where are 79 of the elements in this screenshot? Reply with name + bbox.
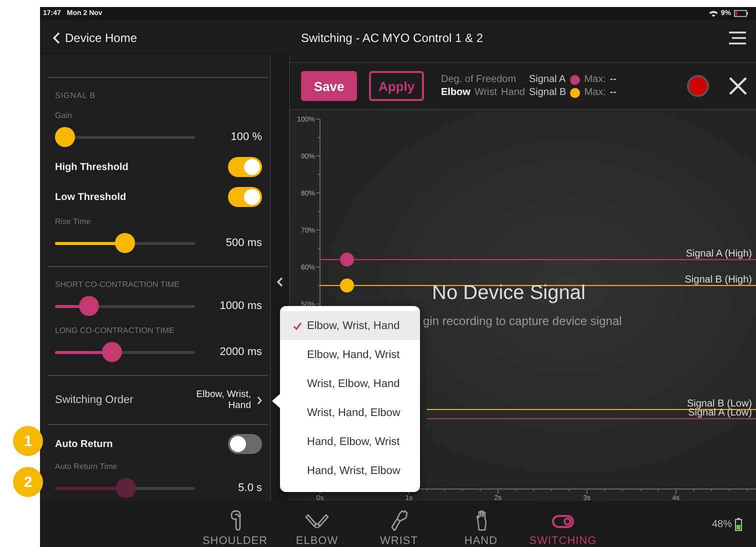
record-button[interactable]	[687, 75, 709, 97]
toggle-icon	[551, 514, 575, 528]
slider-label: SHORT CO-CONTRACTION TIME	[55, 279, 180, 291]
slider-thumb[interactable]	[54, 127, 75, 147]
screen-title: Switching - AC MYO Control 1 & 2	[300, 30, 484, 44]
max-value: --	[610, 74, 617, 85]
slider-thumb[interactable]	[116, 478, 136, 498]
wifi-icon	[708, 10, 718, 17]
hand-icon	[476, 510, 486, 531]
toggle-label: High Threshold	[55, 162, 128, 172]
menu-option[interactable]: Elbow, Hand, Wrist	[280, 340, 420, 369]
threshold-handle[interactable]	[340, 252, 354, 267]
menu-option[interactable]: Hand, Wrist, Elbow	[280, 456, 420, 485]
menu-option[interactable]: Elbow, Wrist, Hand	[280, 311, 420, 340]
switching-order-select[interactable]: Switching Order Elbow, Wrist, Hand	[55, 388, 262, 412]
max-label: Max:	[584, 87, 606, 98]
save-button[interactable]: Save	[301, 71, 357, 101]
max-label: Max:	[584, 74, 606, 85]
callout-badge: 1	[13, 426, 43, 456]
threshold-handle[interactable]	[340, 278, 354, 292]
slider-value: 2000 ms	[220, 346, 262, 358]
signal-name: Signal B	[528, 87, 566, 98]
dof-label: Deg. of Freedom	[441, 74, 518, 85]
collapse-button[interactable]	[277, 277, 283, 287]
select-label: Switching Order	[55, 394, 134, 406]
toggle-label: Low Threshold	[55, 192, 126, 202]
slider[interactable]	[55, 127, 195, 147]
slider-value: 1000 ms	[220, 300, 262, 312]
toggle-switch[interactable]	[228, 434, 262, 454]
dof-option[interactable]: Wrist	[474, 87, 498, 98]
select-value: Elbow, Wrist, Hand	[195, 389, 251, 411]
battery-icon	[735, 518, 742, 530]
slider-label: Auto Return Time	[55, 461, 118, 473]
series-label: Signal B (Low)	[686, 398, 752, 410]
tab[interactable]: HAND	[451, 509, 511, 547]
slider-thumb[interactable]	[102, 342, 122, 362]
menu-option[interactable]: Wrist, Hand, Elbow	[280, 398, 420, 427]
toggle-switch[interactable]	[228, 187, 262, 207]
slider[interactable]	[55, 342, 195, 362]
empty-state-title: No Device Signal	[432, 282, 586, 305]
arm-icon	[228, 510, 242, 531]
section-heading: SIGNAL B	[55, 90, 97, 102]
empty-state-hint: gin recording to capture device signal	[423, 314, 622, 328]
slider-value: 100 %	[230, 131, 262, 143]
check-icon	[293, 322, 302, 330]
back-button[interactable]: Device Home	[40, 30, 138, 44]
slider-label: LONG CO-CONTRACTION TIME	[55, 325, 176, 337]
series-label: Signal A (High)	[686, 248, 752, 260]
series-label: Signal B (High)	[684, 274, 752, 286]
slider-value: 5.0 s	[238, 482, 262, 494]
close-button[interactable]	[729, 77, 747, 95]
menu-option[interactable]: Wrist, Elbow, Hand	[280, 369, 420, 398]
tab[interactable]: WRIST	[369, 509, 429, 547]
wrist-icon	[390, 510, 408, 531]
slider-thumb[interactable]	[78, 296, 99, 316]
toggle-switch[interactable]	[228, 157, 262, 177]
battery-icon	[734, 10, 748, 17]
callout-badge: 2	[13, 467, 43, 497]
slider[interactable]	[55, 478, 195, 498]
slider-value: 500 ms	[226, 237, 262, 249]
max-value: --	[610, 87, 617, 98]
slider-label: Rise Time	[55, 216, 92, 228]
slider[interactable]	[55, 233, 195, 253]
menu-option[interactable]: Hand, Elbow, Wrist	[280, 427, 420, 456]
dof-option[interactable]: Elbow	[441, 87, 470, 98]
chevron-right-icon	[257, 396, 262, 404]
signal-name: Signal A	[528, 74, 566, 85]
toggle-label: Auto Return	[55, 438, 113, 450]
menu-button[interactable]	[729, 30, 746, 44]
dof-option[interactable]: Hand	[501, 87, 525, 98]
battery-percent: 48%	[712, 518, 732, 530]
chevron-left-icon	[53, 32, 60, 44]
elbow-joint-icon	[305, 514, 329, 528]
tab[interactable]: ELBOW	[287, 509, 347, 547]
slider[interactable]	[55, 296, 195, 316]
slider-label: Gain	[55, 110, 73, 122]
tab[interactable]: SHOULDER	[205, 509, 265, 547]
slider-thumb[interactable]	[115, 233, 135, 253]
series-label: Signal A (Low)	[688, 408, 752, 419]
